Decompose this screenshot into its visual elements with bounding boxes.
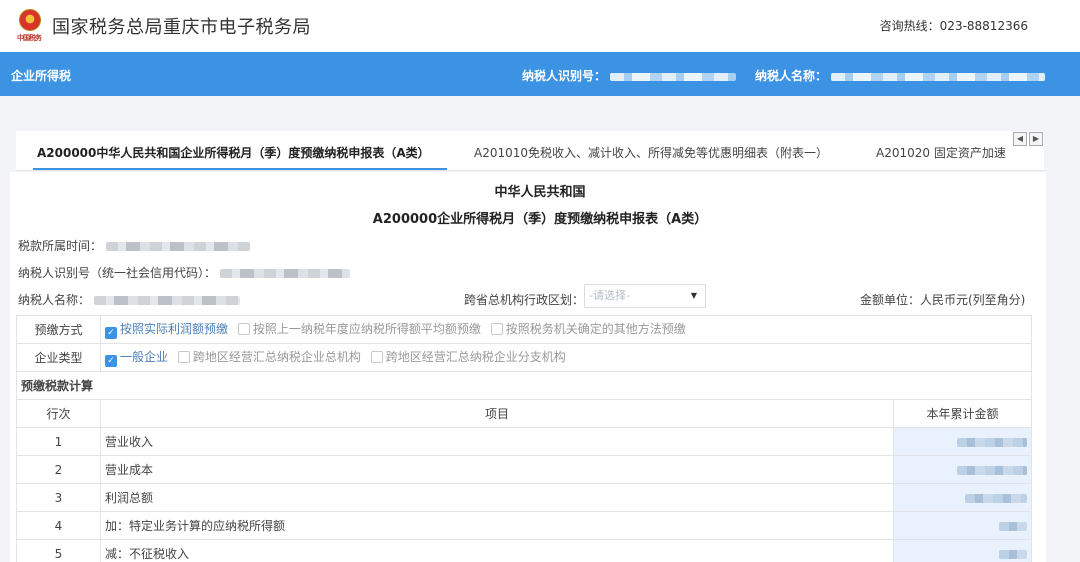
prepay-option-other-method[interactable]: 按照税务机关确定的其他方法预缴 [490, 322, 686, 336]
amount-input[interactable] [893, 427, 1032, 456]
declaration-table: 预缴方式 ✓ 按照实际利润额预缴 按照上一纳税年度应纳税所得额平均额预缴 按照税务… [16, 315, 1032, 562]
checkbox-empty-icon[interactable] [490, 323, 503, 335]
prepay-option-prior-year-average[interactable]: 按照上一纳税年度应纳税所得额平均额预缴 [237, 322, 481, 336]
tax-type-label: 企业所得税 [11, 69, 72, 83]
enterprise-option-branch[interactable]: 跨地区经营汇总纳税企业分支机构 [370, 350, 566, 364]
amount-input[interactable] [893, 483, 1032, 512]
checkbox-checked-icon[interactable]: ✓ [105, 355, 117, 367]
credit-code-label: 纳税人识别号（统一社会信用代码）： [18, 266, 217, 280]
enterprise-type-row: 企业类型 ✓ 一般企业 跨地区经营汇总纳税企业总机构 跨地区经营汇总纳税企业分支机… [16, 343, 1032, 372]
taxpayer-id-redacted [610, 72, 737, 81]
tab-scroll-right-icon[interactable]: ▶ [1029, 132, 1043, 146]
checkbox-checked-icon[interactable]: ✓ [105, 327, 117, 339]
enterprise-option-head-office[interactable]: 跨地区经营汇总纳税企业总机构 [177, 350, 361, 364]
taxpayer-name-row: 纳税人名称： [18, 291, 240, 308]
calc-section-title: 预缴税款计算 [16, 371, 1032, 400]
region-label: 跨省总机构行政区划： [464, 293, 585, 307]
form-name-redacted [93, 296, 240, 305]
site-header: 中国税务 国家税务总局重庆市电子税务局 咨询热线：023-88812366 [0, 0, 1080, 52]
tax-period-redacted [105, 242, 250, 251]
prepay-option-actual-profit[interactable]: ✓ 按照实际利润额预缴 [105, 322, 228, 339]
tax-period-field: 税款所属时间： [18, 237, 250, 254]
tab-scroll-controls: ◀ ▶ [1013, 132, 1045, 146]
table-row: 2 营业成本 [16, 455, 1032, 484]
table-row: 4 加：特定业务计算的应纳税所得额 [16, 511, 1032, 540]
table-row: 5 减：不征税收入 [16, 539, 1032, 562]
prepay-method-row: 预缴方式 ✓ 按照实际利润额预缴 按照上一纳税年度应纳税所得额平均额预缴 按照税务… [16, 315, 1032, 344]
table-header-row: 行次 项目 本年累计金额 [16, 399, 1032, 428]
amount-input[interactable] [893, 455, 1032, 484]
row-number: 4 [16, 511, 101, 540]
tab-scroll-left-icon[interactable]: ◀ [1013, 132, 1027, 146]
taxpayer-name-redacted [831, 72, 1046, 81]
taxpayer-id-label: 纳税人识别号： [522, 69, 607, 83]
table-row: 3 利润总额 [16, 483, 1032, 512]
calc-section-row: 预缴税款计算 [16, 371, 1032, 400]
taxpayer-bar: 企业所得税 纳税人识别号： 纳税人名称： [0, 52, 1080, 96]
form-title-line1: 中华人民共和国 [494, 185, 586, 200]
amount-input[interactable] [893, 511, 1032, 540]
tab-a201010[interactable]: A201010免税收入、减计收入、所得减免等优惠明细表（附表一） [474, 144, 828, 161]
region-select[interactable]: -请选择- ▼ [584, 284, 706, 308]
credit-code-redacted [219, 269, 350, 278]
checkbox-empty-icon[interactable] [370, 351, 383, 363]
row-item: 减：不征税收入 [100, 539, 894, 562]
col-row-number: 行次 [16, 399, 101, 428]
row-item: 营业成本 [100, 455, 894, 484]
chevron-down-icon: ▼ [690, 291, 697, 300]
tab-a201020[interactable]: A201020 固定资产加速折 [876, 144, 1006, 161]
site-title: 国家税务总局重庆市电子税务局 [52, 17, 311, 38]
amount-input[interactable] [893, 539, 1032, 562]
hotline-text: 咨询热线：023-88812366 [879, 19, 1028, 33]
tab-a200000[interactable]: A200000中华人民共和国企业所得税月（季）度预缴纳税申报表（A类） [37, 144, 430, 161]
row-number: 3 [16, 483, 101, 512]
taxpayer-name-label: 纳税人名称： [755, 69, 828, 83]
prepay-method-label: 预缴方式 [16, 315, 101, 344]
currency-unit-label: 金额单位：人民币元(列至角分) [860, 293, 1026, 307]
checkbox-empty-icon[interactable] [237, 323, 250, 335]
taxpayer-name-field: 纳税人名称： [755, 67, 1046, 84]
form-name-label: 纳税人名称： [18, 293, 91, 307]
row-item: 营业收入 [100, 427, 894, 456]
checkbox-empty-icon[interactable] [177, 351, 190, 363]
credit-code-field: 纳税人识别号（统一社会信用代码）： [18, 264, 350, 281]
region-select-value: -请选择- [589, 289, 630, 302]
row-item: 加：特定业务计算的应纳税所得额 [100, 511, 894, 540]
row-item: 利润总额 [100, 483, 894, 512]
active-tab-indicator [33, 168, 447, 170]
row-number: 5 [16, 539, 101, 562]
form-title-line2: A200000企业所得税月（季）度预缴纳税申报表（A类） [372, 212, 708, 227]
table-row: 1 营业收入 [16, 427, 1032, 456]
tax-emblem-logo: 中国税务 [14, 9, 44, 43]
tax-period-label: 税款所属时间： [18, 239, 103, 253]
enterprise-option-general[interactable]: ✓ 一般企业 [105, 350, 168, 367]
row-number: 2 [16, 455, 101, 484]
row-number: 1 [16, 427, 101, 456]
enterprise-type-label: 企业类型 [16, 343, 101, 372]
col-ytd-amount: 本年累计金额 [893, 399, 1032, 428]
taxpayer-id-field: 纳税人识别号： [522, 67, 737, 84]
form-tabs: A200000中华人民共和国企业所得税月（季）度预缴纳税申报表（A类） A201… [16, 131, 1044, 171]
col-item: 项目 [100, 399, 894, 428]
